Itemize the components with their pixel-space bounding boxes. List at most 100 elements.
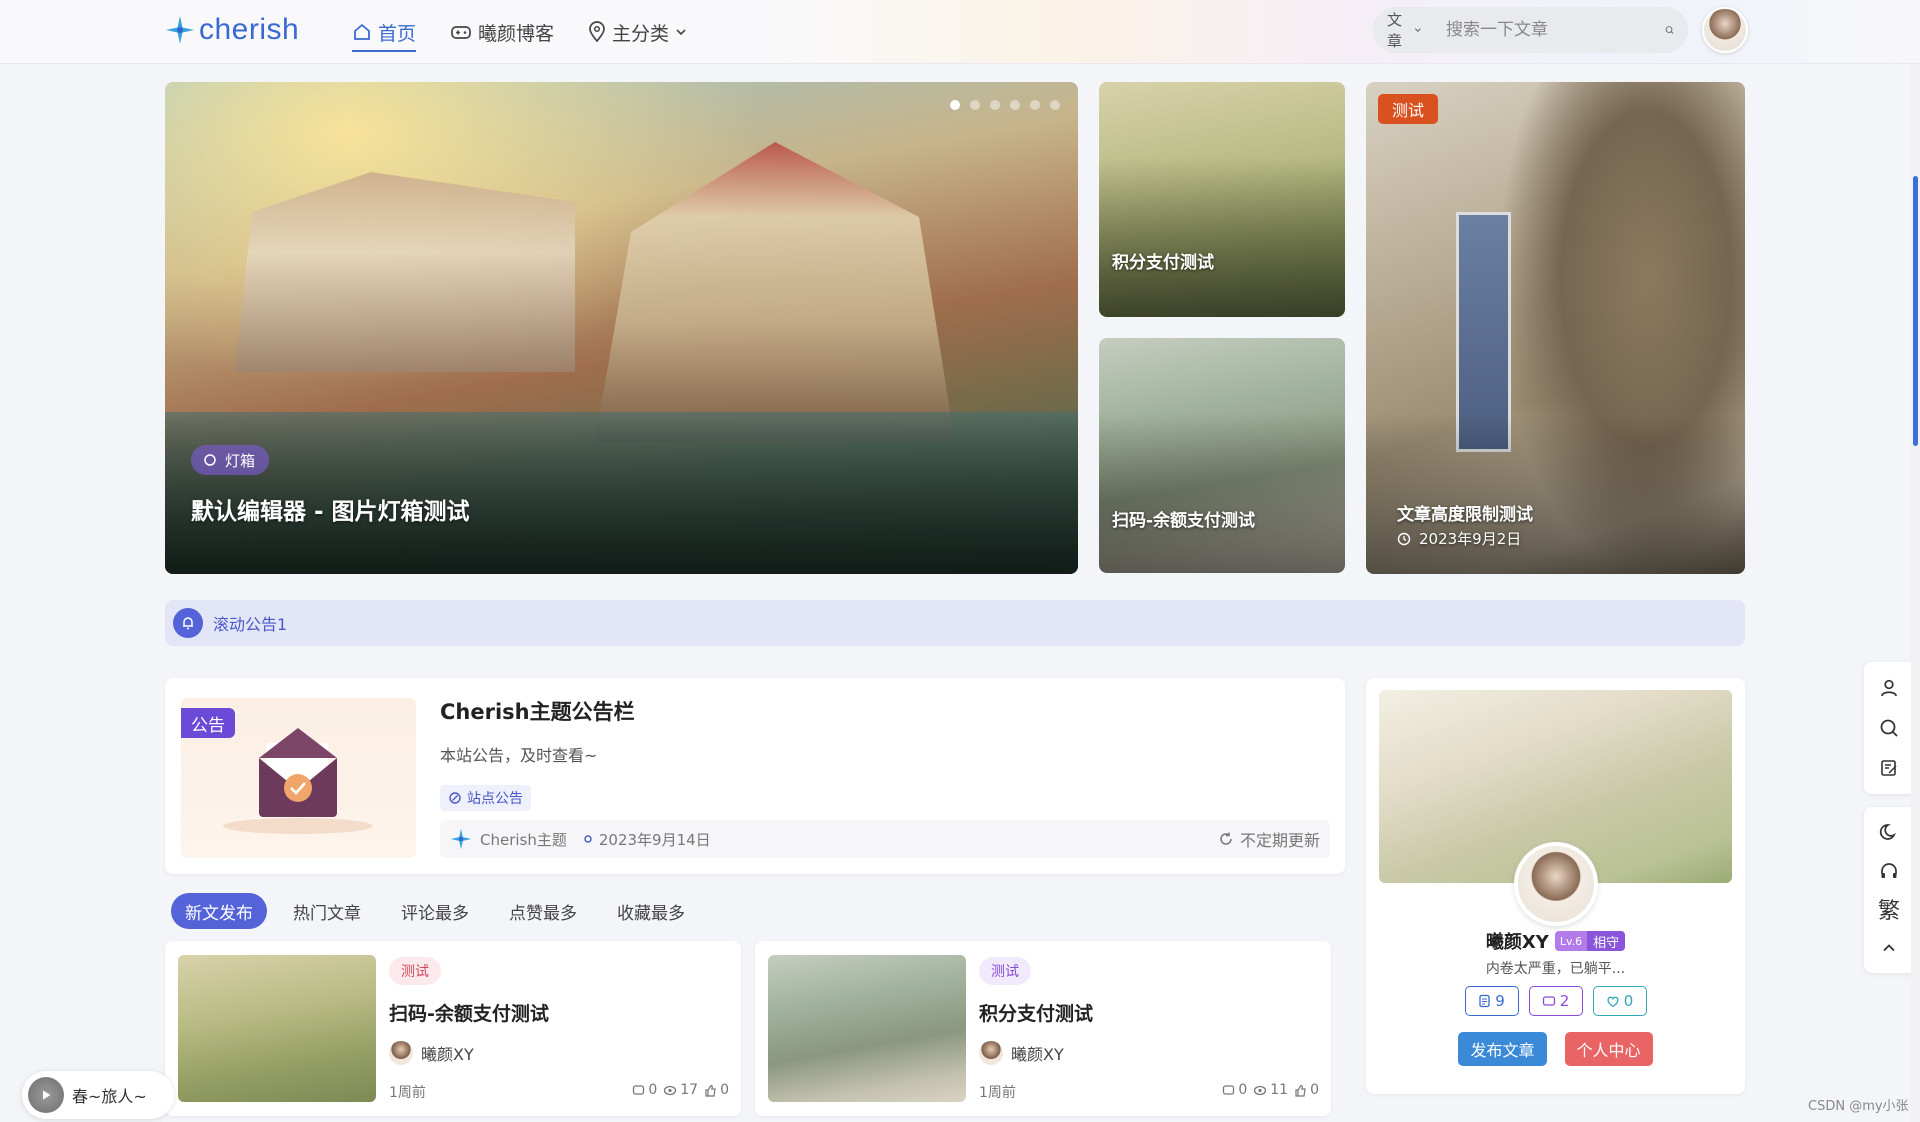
slider-dot[interactable]	[1010, 100, 1020, 110]
play-icon[interactable]	[28, 1077, 64, 1113]
announcement-category[interactable]: 站点公告	[440, 785, 531, 811]
page-scrollbar[interactable]	[1911, 64, 1920, 1122]
floating-toolbar-top	[1864, 662, 1914, 794]
search-icon[interactable]	[1874, 713, 1904, 743]
profile-card: 曦颜XY Lv.6 相守 内卷太严重，已躺平... 9 2 0 发布文章 个人中…	[1366, 678, 1745, 1094]
hero-slide-side-2[interactable]: 扫码-余额支付测试	[1099, 338, 1345, 573]
post-tag[interactable]: 测试	[979, 957, 1031, 985]
tab-most-likes[interactable]: 点赞最多	[495, 893, 591, 929]
tab-new[interactable]: 新文发布	[171, 893, 267, 929]
post-time: 1周前	[389, 1085, 426, 1101]
edit-icon[interactable]	[1874, 753, 1904, 783]
tab-hot[interactable]: 热门文章	[279, 893, 375, 929]
announcement-update-text: 不定期更新	[1239, 831, 1320, 850]
nav-blog[interactable]: 曦颜博客	[450, 14, 554, 50]
post-thumbnail[interactable]	[178, 955, 376, 1102]
post-title[interactable]: 扫码-余额支付测试	[389, 999, 549, 1026]
nav-home-label: 首页	[378, 22, 417, 45]
post-time: 1周前	[979, 1085, 1016, 1101]
rank-badge: 相守	[1587, 931, 1626, 951]
search-icon[interactable]	[1665, 20, 1674, 40]
comment-icon	[633, 1084, 645, 1095]
profile-comment-count[interactable]: 2	[1528, 986, 1583, 1016]
profile-comment-count-value: 2	[1559, 992, 1570, 1010]
site-logo[interactable]: cherish	[165, 10, 299, 50]
moon-icon[interactable]	[1874, 817, 1904, 847]
announcement-badge: 公告	[181, 708, 235, 738]
announcement-card[interactable]: 公告 Cherish主题公告栏 本站公告，及时查看~ 站点公告 Cherish主…	[165, 678, 1345, 874]
traditional-chinese-toggle[interactable]: 繁	[1874, 894, 1904, 924]
slide-date-text: 2023年9月2日	[1419, 530, 1522, 548]
profile-like-count[interactable]: 0	[1592, 986, 1647, 1016]
search-type-select[interactable]: 文章	[1387, 9, 1436, 51]
post-stats: 0 11 0	[1222, 1082, 1319, 1098]
slider-dot[interactable]	[1050, 100, 1060, 110]
hero-slide-side-1[interactable]: 积分支付测试	[1099, 82, 1345, 317]
profile-name[interactable]: 曦颜XY	[1486, 928, 1549, 954]
slide-title[interactable]: 扫码-余额支付测试	[1112, 506, 1255, 531]
slide-title[interactable]: 文章高度限制测试	[1397, 500, 1533, 525]
header-user-avatar[interactable]	[1702, 7, 1748, 53]
profile-avatar[interactable]	[1514, 842, 1598, 926]
post-tag[interactable]: 测试	[389, 957, 441, 985]
profile-post-count[interactable]: 9	[1464, 986, 1519, 1016]
announcement-author-name: Cherish主题	[480, 830, 567, 849]
post-card[interactable]: 测试 积分支付测试 曦颜XY 1周前 0 11 0	[755, 941, 1331, 1116]
post-thumbnail[interactable]	[768, 955, 966, 1102]
post-title[interactable]: 积分支付测试	[979, 999, 1093, 1026]
tab-most-comments[interactable]: 评论最多	[387, 893, 483, 929]
slider-dot[interactable]	[1030, 100, 1040, 110]
circle-icon	[204, 454, 216, 466]
scrollbar-thumb[interactable]	[1913, 176, 1918, 446]
announcement-update: 不定期更新	[1218, 827, 1320, 851]
chevron-up-icon[interactable]	[1874, 933, 1904, 963]
post-author[interactable]: 曦颜XY	[389, 1041, 474, 1065]
chevron-down-icon	[676, 29, 686, 36]
player-song-title: 春~旅人~	[72, 1087, 147, 1106]
view-count-value: 11	[1270, 1082, 1289, 1098]
profile-name-row: 曦颜XY Lv.6 相守	[1366, 928, 1745, 954]
headphones-icon[interactable]	[1874, 856, 1904, 886]
announcement-desc: 本站公告，及时查看~	[440, 746, 598, 765]
hero-slide-side-3[interactable]: 测试 文章高度限制测试 2023年9月2日	[1366, 82, 1745, 574]
like-count: 0	[1294, 1082, 1319, 1098]
slide-category-tag[interactable]: 灯箱	[191, 445, 270, 475]
user-center-button[interactable]: 个人中心	[1564, 1032, 1653, 1066]
main-nav: 首页 曦颜博客 主分类	[352, 14, 687, 52]
profile-post-count-value: 9	[1495, 992, 1505, 1010]
post-author-name: 曦颜XY	[1011, 1045, 1064, 1064]
profile-bio: 内卷太严重，已躺平...	[1485, 961, 1626, 977]
nav-category[interactable]: 主分类	[588, 14, 687, 50]
search-input[interactable]	[1446, 20, 1666, 40]
scrolling-notice-bar[interactable]: 滚动公告1	[165, 600, 1745, 646]
hero-slide-main[interactable]: 灯箱 默认编辑器 - 图片灯箱测试	[165, 82, 1078, 574]
gamepad-icon	[451, 26, 471, 39]
sparkle-logo-icon	[166, 16, 194, 44]
slide-title[interactable]: 默认编辑器 - 图片灯箱测试	[191, 492, 470, 526]
announcement-title[interactable]: Cherish主题公告栏	[440, 696, 635, 726]
nav-home[interactable]: 首页	[352, 14, 417, 52]
post-author-name: 曦颜XY	[421, 1045, 474, 1064]
slider-dot[interactable]	[970, 100, 980, 110]
slider-dot[interactable]	[990, 100, 1000, 110]
post-author[interactable]: 曦颜XY	[979, 1041, 1064, 1065]
comment-count-value: 0	[1238, 1082, 1248, 1098]
comment-count-value: 0	[648, 1082, 658, 1098]
announcement-category-label: 站点公告	[467, 791, 523, 807]
location-pin-icon	[589, 21, 605, 43]
user-icon[interactable]	[1874, 673, 1904, 703]
announcement-author[interactable]: Cherish主题	[450, 828, 567, 850]
publish-post-button[interactable]: 发布文章	[1458, 1032, 1547, 1066]
music-player[interactable]: 春~旅人~	[22, 1071, 174, 1119]
slider-dot[interactable]	[950, 100, 960, 110]
eye-icon	[664, 1085, 677, 1095]
tag-icon	[449, 792, 461, 804]
clock-icon	[1397, 532, 1411, 545]
announcement-date-text: 2023年9月14日	[598, 830, 711, 849]
view-count-value: 17	[680, 1082, 699, 1098]
avatar	[389, 1041, 413, 1065]
slide-title[interactable]: 积分支付测试	[1112, 248, 1214, 273]
tab-most-favorites[interactable]: 收藏最多	[603, 893, 699, 929]
post-card[interactable]: 测试 扫码-余额支付测试 曦颜XY 1周前 0 17 0	[165, 941, 741, 1116]
slide-category-tag[interactable]: 测试	[1378, 94, 1439, 124]
